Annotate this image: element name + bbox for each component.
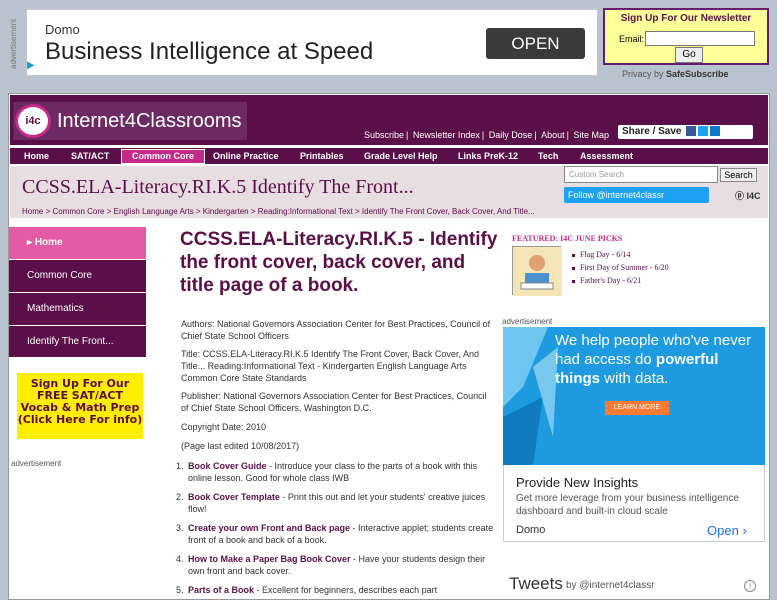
email-field[interactable] [645,31,755,46]
safesubscribe-logo[interactable]: SafeSubscribe [666,69,729,79]
featured-item[interactable]: Father's Day - 6/21 [572,276,641,285]
title-text: Title: CCSS.ELA-Literacy.RI.K.5 Identify… [181,349,479,383]
nav-home[interactable]: Home [24,148,49,165]
privacy-by-label: Privacy by [622,69,664,79]
newsletter-title: Sign Up For Our Newsletter [620,13,752,24]
search-input[interactable]: Custom Search [564,166,718,183]
featured-item[interactable]: Flag Day - 6/14 [572,250,630,259]
breadcrumb-ela[interactable]: English Language Arts [114,207,194,216]
ad-label: advertisement [9,18,18,70]
reading-child-icon [513,247,562,296]
newsletter-box: Sign Up For Our Newsletter Email: Go [603,8,769,65]
ad-choices-icon[interactable]: ▶ [27,60,35,71]
breadcrumb-reading[interactable]: Reading:Informational Text [258,207,353,216]
main-nav: Home SAT/ACT Common Core Online Practice… [10,147,768,164]
twitter-icon[interactable] [698,126,709,137]
sat-act-signup-banner[interactable]: Sign Up For Our FREE SAT/ACT Vocab & Mat… [17,373,143,439]
site-logo[interactable]: i4c Internet4Classrooms [13,102,247,140]
featured-item[interactable]: First Day of Summer - 6/20 [572,263,669,272]
list-number: 5. [176,585,184,595]
nav-links-prek-12[interactable]: Links PreK-12 [458,148,518,165]
twitter-follow-button[interactable]: Follow @internet4classr [564,187,709,203]
last-edited-text: (Page last edited 10/08/2017) [181,441,300,451]
book-cover-guide-link[interactable]: Book Cover Guide [188,461,267,471]
top-links: Subscribe | Newsletter Index | Daily Dose |… [364,130,610,140]
search-button[interactable]: Search [720,168,757,182]
breadcrumb-kindergarten[interactable]: Kindergarten [203,207,249,216]
create-front-back-link[interactable]: Create your own Front and Back page [188,523,350,533]
nav-tech[interactable]: Tech [538,148,558,165]
sidebar-item-identify[interactable]: Identify The Front... [9,326,146,359]
link-about[interactable]: About [541,130,565,140]
authors-text: Authors: National Governors Association … [181,319,491,341]
ad-headline[interactable]: Business Intelligence at Speed [45,38,373,66]
link-site-map[interactable]: Site Map [573,130,609,140]
share-save-button[interactable]: Share / Save [618,125,753,139]
nav-assessment[interactable]: Assessment [580,148,633,165]
list-number: 4. [176,554,184,564]
flag-day-link[interactable]: Flag Day - 6/14 [580,250,630,259]
breadcrumb-common-core[interactable]: Common Core [52,207,104,216]
sidebar: ▸ Home Common Core Mathematics Identify … [9,227,146,357]
page-title: CCSS.ELA-Literacy.RI.K.5 - Identify the … [180,229,498,296]
paper-bag-cover-link[interactable]: How to Make a Paper Bag Book Cover [188,554,351,564]
top-advertisement[interactable]: advertisement Domo Business Intelligence… [9,9,598,76]
parts-of-book-link[interactable]: Parts of a Book [188,585,254,595]
email-label: Email: [619,34,645,44]
facebook-icon[interactable] [686,126,697,137]
site-name: Internet4Classrooms [57,110,242,132]
right-ad-headline[interactable]: Provide New Insights [516,475,638,490]
breadcrumb: Home > Common Core > English Language Ar… [22,207,535,216]
tweets-by-link[interactable]: by @internet4classr [566,580,655,591]
copyright-text: Copyright Date: 2010 [181,422,267,432]
sidebar-item-common-core[interactable]: Common Core [9,260,146,293]
breadcrumb-current: Identify The Front Cover, Back Cover, An… [361,207,535,216]
band-title: CCSS.ELA-Literacy.RI.K.5 Identify The Fr… [22,176,414,198]
right-ad-description: Get more leverage from your business int… [516,493,739,517]
link-newsletter-index[interactable]: Newsletter Index [413,130,480,140]
list-item-desc: - Excellent for beginners, describes eac… [254,585,438,595]
learn-more-button[interactable]: LEARN MORE [605,401,669,415]
nav-grade-level-help[interactable]: Grade Level Help [364,148,438,165]
link-subscribe[interactable]: Subscribe [364,130,404,140]
list-number: 1. [176,461,184,471]
ad-open-button[interactable]: OPEN [486,28,585,59]
link-daily-dose[interactable]: Daily Dose [489,130,533,140]
go-button[interactable]: Go [675,47,703,63]
nav-online-practice[interactable]: Online Practice [213,148,279,165]
pinterest-button[interactable]: ⓟ I4C [735,189,761,202]
book-cover-template-link[interactable]: Book Cover Template [188,492,280,502]
nav-printables[interactable]: Printables [300,148,344,165]
sidebar-item-home[interactable]: ▸ Home [9,227,146,260]
right-ad-open-button[interactable]: Open › [707,523,747,538]
publisher-text: Publisher: National Governors Associatio… [181,391,487,413]
chevron-right-icon: › [742,523,747,538]
share-save-label: Share / Save [622,126,682,137]
fathers-day-link[interactable]: Father's Day - 6/21 [580,276,641,285]
right-ad-label: advertisement [502,317,553,326]
list-number: 3. [176,523,184,533]
first-day-summer-link[interactable]: First Day of Summer - 6/20 [580,263,669,272]
sidebar-item-mathematics[interactable]: Mathematics [9,293,146,326]
home-bullet-icon: ▸ [27,237,35,248]
logo-mark: i4c [15,104,51,138]
email-icon[interactable] [710,126,721,137]
featured-image[interactable] [512,246,562,296]
tweets-title: Tweets [509,574,563,593]
privacy-note[interactable]: Privacy by SafeSubscribe [622,69,729,79]
right-ad-tagline: We help people who've never had access d… [555,332,752,387]
info-icon[interactable]: i [744,580,756,592]
nav-common-core[interactable]: Common Core [121,149,205,164]
breadcrumb-home[interactable]: Home [22,207,43,216]
sidebar-item-label: Home [34,237,63,248]
list-number: 2. [176,492,184,502]
ad-brand: Domo [45,22,80,37]
pinterest-icon: ⓟ [735,191,745,201]
pinterest-label: I4C [746,191,761,201]
sidebar-ad-label: advertisement [11,459,62,468]
featured-heading: FEATURED: I4C JUNE PICKS [512,234,623,243]
nav-sat-act[interactable]: SAT/ACT [71,148,109,165]
right-ad-brand: Domo [516,524,546,536]
